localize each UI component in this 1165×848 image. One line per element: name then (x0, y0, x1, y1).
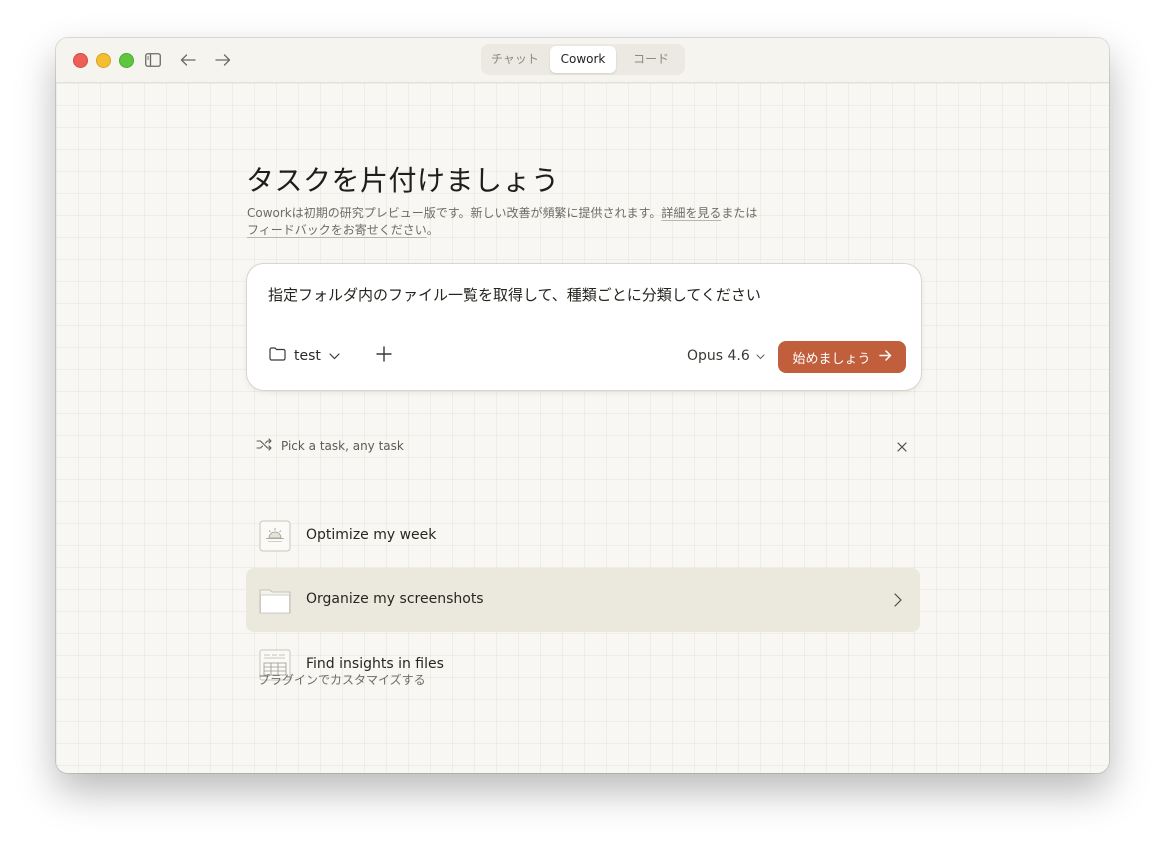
app-window: チャット Cowork コード タスクを片付けましょう Coworkは初期の研究… (56, 38, 1109, 773)
folder-icon (269, 347, 286, 365)
chevron-down-icon (756, 348, 765, 364)
start-button[interactable]: 始めましょう (778, 341, 906, 373)
feedback-link[interactable]: フィードバックをお寄せください (247, 223, 427, 237)
prompt-input[interactable]: 指定フォルダ内のファイル一覧を取得して、種類ごとに分類してください (268, 284, 761, 305)
suggestions-title: Pick a task, any task (281, 439, 404, 453)
shuffle-icon[interactable] (256, 438, 273, 454)
page-title: タスクを片付けましょう (246, 164, 560, 197)
sidebar-toggle-icon[interactable] (143, 50, 163, 70)
subtitle-or: または (721, 206, 758, 220)
composer: 指定フォルダ内のファイル一覧を取得して、種類ごとに分類してください test O… (246, 263, 922, 391)
sunrise-icon (259, 520, 291, 552)
tab-code[interactable]: コード (623, 46, 679, 73)
learn-more-link[interactable]: 詳細を見る (661, 206, 721, 220)
close-window-button[interactable] (73, 53, 88, 68)
suggestion-item[interactable]: Organize my screenshots (246, 568, 920, 632)
arrow-right-icon (878, 349, 892, 365)
suggestion-item[interactable]: Optimize my week (246, 504, 920, 568)
title-bar: チャット Cowork コード (56, 38, 1109, 83)
chevron-down-icon (329, 348, 340, 364)
folder-name: test (294, 348, 321, 364)
suggestions-header: Pick a task, any task (256, 438, 404, 454)
suggestion-label: Find insights in files (306, 656, 444, 672)
model-name: Opus 4.6 (687, 348, 750, 364)
customize-plugins-link[interactable]: プラグインでカスタマイズする (258, 671, 426, 688)
subtitle-period: 。 (426, 223, 439, 237)
plus-icon (376, 346, 392, 366)
model-selector[interactable]: Opus 4.6 (687, 345, 765, 367)
add-attachment-button[interactable] (373, 345, 395, 367)
folder-selector[interactable]: test (269, 344, 340, 368)
forward-arrow-icon[interactable] (213, 50, 233, 70)
chevron-right-icon (894, 592, 902, 611)
main-content: タスクを片付けましょう Coworkは初期の研究プレビュー版です。新しい改善が頻… (56, 83, 1109, 773)
close-icon[interactable] (894, 439, 910, 455)
tab-chat[interactable]: チャット (489, 46, 541, 73)
zoom-window-button[interactable] (119, 53, 134, 68)
tab-cowork[interactable]: Cowork (550, 46, 616, 73)
suggestion-label: Optimize my week (306, 527, 437, 543)
mode-switcher: チャット Cowork コード (481, 44, 685, 75)
page-subtitle: Coworkは初期の研究プレビュー版です。新しい改善が頻繁に提供されます。詳細を… (247, 205, 787, 239)
back-arrow-icon[interactable] (178, 50, 198, 70)
minimize-window-button[interactable] (96, 53, 111, 68)
subtitle-text: Coworkは初期の研究プレビュー版です。新しい改善が頻繁に提供されます。 (247, 206, 662, 220)
suggestion-label: Organize my screenshots (306, 591, 484, 607)
folder-icon (259, 584, 291, 616)
start-button-label: 始めましょう (792, 351, 871, 367)
